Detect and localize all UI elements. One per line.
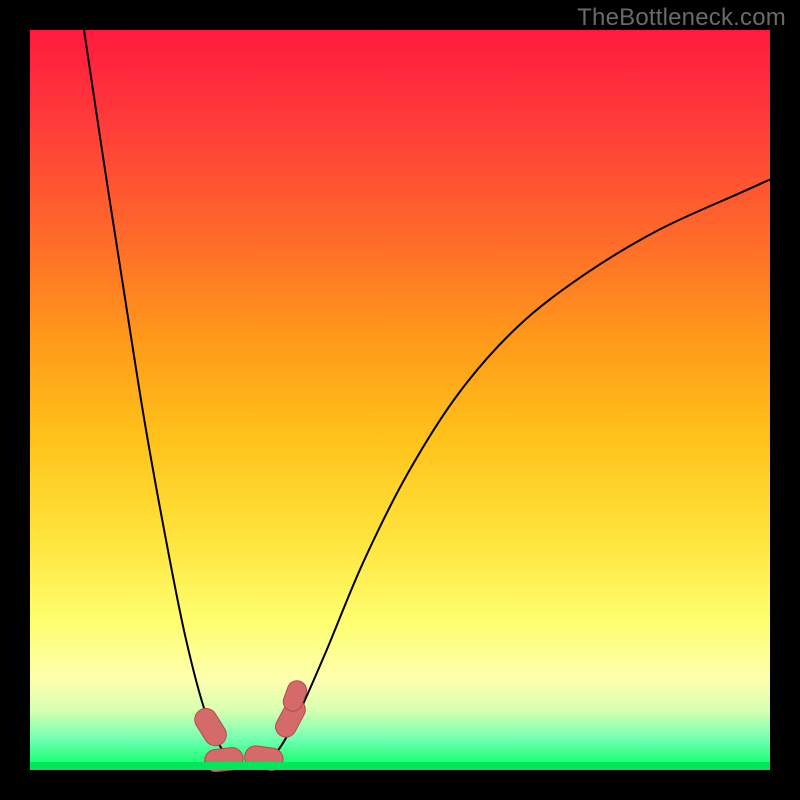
data-marker <box>191 704 231 750</box>
marker-group <box>191 678 310 773</box>
marker-layer <box>30 30 770 770</box>
watermark-text: TheBottleneck.com <box>577 4 786 32</box>
chart-canvas: TheBottleneck.com <box>0 0 800 800</box>
plot-area <box>30 30 770 770</box>
green-baseline-band <box>30 762 770 770</box>
